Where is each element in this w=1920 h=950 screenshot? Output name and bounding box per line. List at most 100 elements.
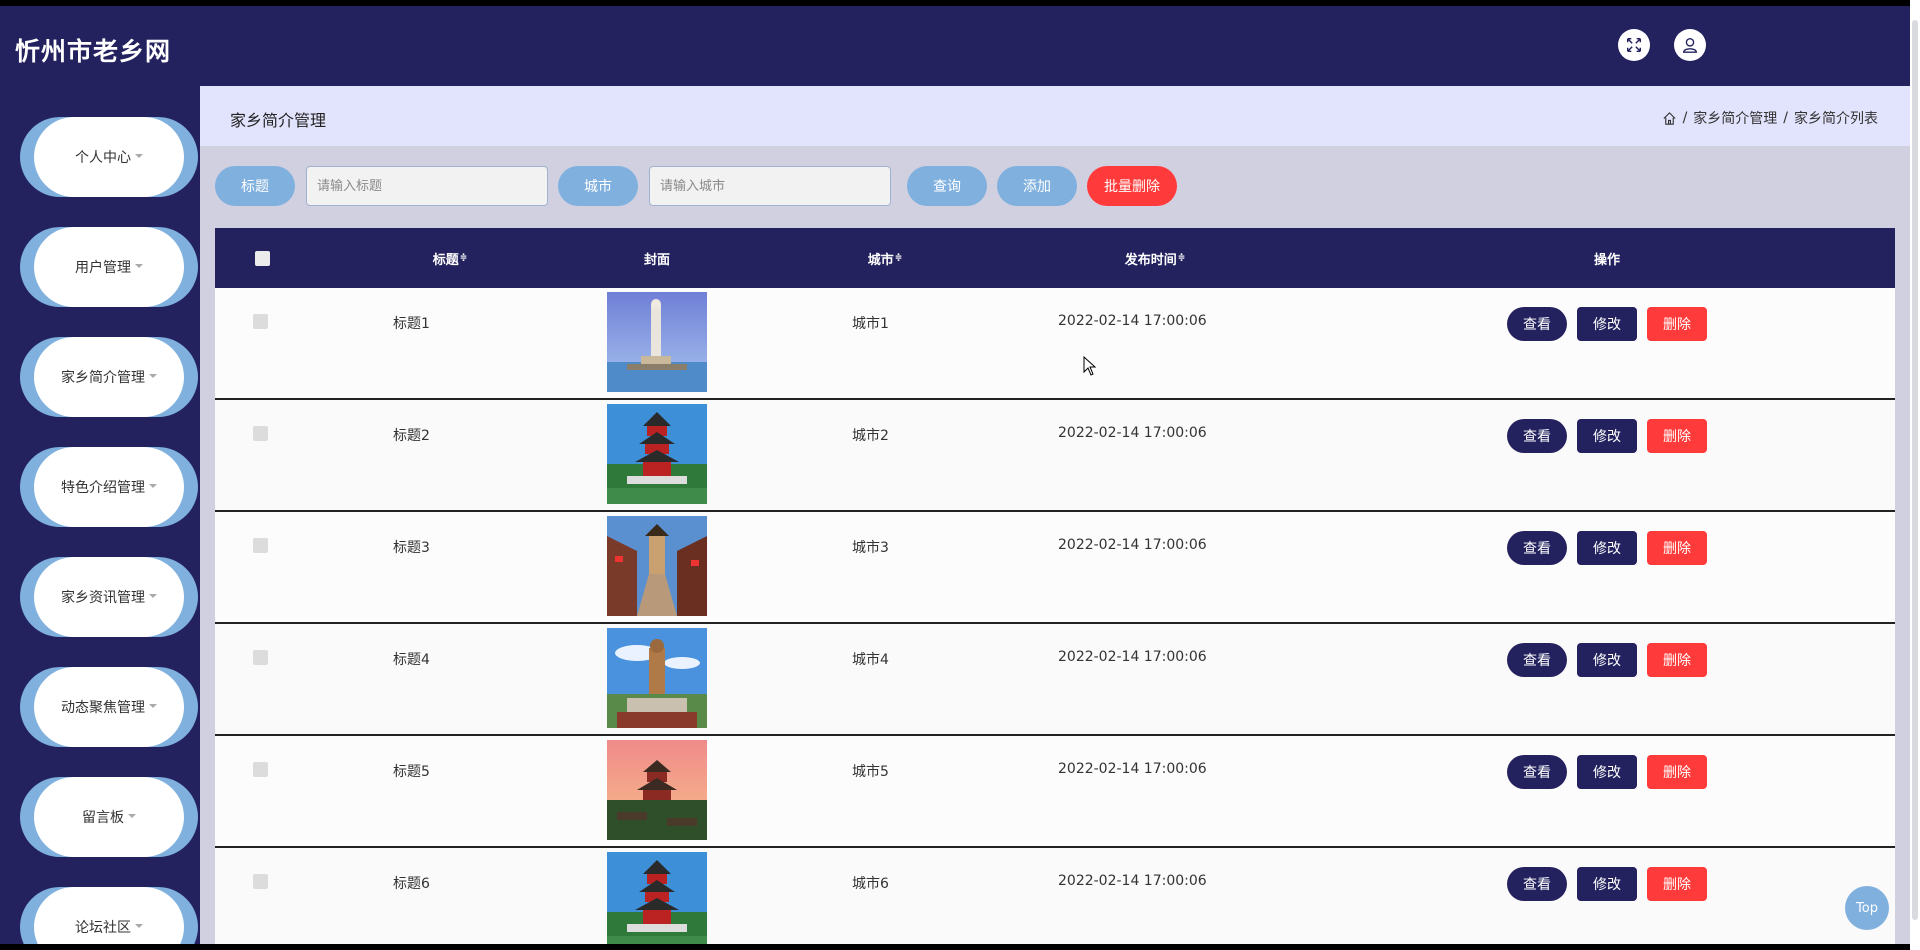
- edit-button[interactable]: 修改: [1577, 531, 1637, 565]
- row-time: 2022-02-14 17:00:06: [1058, 313, 1207, 329]
- column-header-ops: 操作: [1593, 252, 1620, 268]
- row-title: 标题2: [393, 428, 430, 444]
- table-row: 标题2 城市2 2022-02-14 17:00:06 查看 修改 删除: [215, 400, 1895, 512]
- page-title: 家乡简介管理: [230, 111, 327, 130]
- select-all-checkbox[interactable]: [255, 250, 270, 266]
- delete-button[interactable]: 删除: [1647, 531, 1707, 565]
- row-time: 2022-02-14 17:00:06: [1058, 873, 1207, 889]
- row-checkbox[interactable]: [253, 426, 268, 441]
- user-button[interactable]: [1674, 29, 1706, 61]
- scrollbar-thumb[interactable]: [1912, 20, 1918, 920]
- sidebar: 个人中心 用户管理 家乡简介管理 特色介绍管理 家乡资讯管理 动态聚焦管理 留言…: [0, 86, 200, 944]
- table-row: 标题3 城市3 2022-02-14 17:00:06 查看 修改 删除: [215, 512, 1895, 624]
- sidebar-item-news-focus[interactable]: 动态聚焦管理: [20, 667, 198, 747]
- sidebar-item-user-management[interactable]: 用户管理: [20, 227, 198, 307]
- app-screen: 忻州市老乡网 个人中心 用户管理 家乡简介管理 特色介绍管理 家乡资讯管理 动态…: [0, 6, 1910, 944]
- row-checkbox[interactable]: [253, 762, 268, 777]
- delete-button[interactable]: 删除: [1647, 419, 1707, 453]
- table-row: 标题1 城市1 2022-02-14 17:00:06 查看 修改 删除: [215, 288, 1895, 400]
- view-button[interactable]: 查看: [1507, 307, 1567, 341]
- row-city: 城市1: [852, 316, 889, 332]
- data-table: 标题 ≑ 封面 城市 ≑ 发布时间 ≑ 操作 标题1 城市1 2022-02-14 1…: [215, 228, 1895, 944]
- sidebar-item-label: 留言板: [82, 810, 124, 826]
- sidebar-item-message-board[interactable]: 留言板: [20, 777, 198, 857]
- table-row: 标题5 城市5 2022-02-14 17:00:06 查看 修改 删除: [215, 736, 1895, 848]
- row-title: 标题1: [393, 316, 430, 332]
- column-header-time[interactable]: 发布时间 ≑: [1015, 228, 1295, 288]
- row-time: 2022-02-14 17:00:06: [1058, 425, 1207, 441]
- cover-image-pagoda: [607, 852, 707, 944]
- add-button[interactable]: 添加: [997, 166, 1077, 206]
- row-title: 标题4: [393, 652, 430, 668]
- sidebar-item-label: 个人中心: [75, 150, 131, 166]
- row-title: 标题5: [393, 764, 430, 780]
- query-button[interactable]: 查询: [907, 166, 987, 206]
- sidebar-item-hometown-news[interactable]: 家乡资讯管理: [20, 557, 198, 637]
- edit-button[interactable]: 修改: [1577, 643, 1637, 677]
- caret-down-icon: [135, 924, 143, 928]
- fullscreen-icon: [1626, 37, 1642, 53]
- view-button[interactable]: 查看: [1507, 867, 1567, 901]
- window-scrollbar[interactable]: [1910, 0, 1920, 950]
- caret-down-icon: [149, 594, 157, 598]
- row-checkbox[interactable]: [253, 874, 268, 889]
- row-checkbox[interactable]: [253, 314, 268, 329]
- row-title: 标题3: [393, 540, 430, 556]
- sidebar-item-label: 动态聚焦管理: [61, 700, 145, 716]
- row-time: 2022-02-14 17:00:06: [1058, 537, 1207, 553]
- caret-down-icon: [149, 374, 157, 378]
- batch-delete-button[interactable]: 批量删除: [1087, 166, 1177, 206]
- view-button[interactable]: 查看: [1507, 643, 1567, 677]
- table-header: 标题 ≑ 封面 城市 ≑ 发布时间 ≑ 操作: [215, 228, 1895, 288]
- breadcrumb-separator: /: [1682, 110, 1688, 126]
- view-button[interactable]: 查看: [1507, 755, 1567, 789]
- breadcrumb-item[interactable]: 家乡简介管理: [1693, 108, 1777, 128]
- sidebar-item-label: 家乡资讯管理: [61, 590, 145, 606]
- mouse-cursor-icon: [1083, 356, 1097, 376]
- column-header-cover: 封面: [643, 252, 670, 268]
- sidebar-item-forum[interactable]: 论坛社区: [20, 887, 198, 944]
- sidebar-item-hometown-intro[interactable]: 家乡简介管理: [20, 337, 198, 417]
- column-header-city[interactable]: 城市 ≑: [825, 228, 945, 288]
- row-city: 城市6: [852, 876, 889, 892]
- title-label: 标题: [215, 166, 295, 206]
- select-all-cell: [235, 228, 290, 288]
- row-time: 2022-02-14 17:00:06: [1058, 649, 1207, 665]
- sort-icon: ≑: [459, 253, 468, 263]
- search-bar: 标题 城市 查询 添加 批量删除: [215, 166, 1905, 206]
- home-icon[interactable]: [1662, 111, 1677, 126]
- view-button[interactable]: 查看: [1507, 531, 1567, 565]
- delete-button[interactable]: 删除: [1647, 755, 1707, 789]
- sidebar-item-label: 用户管理: [75, 260, 131, 276]
- edit-button[interactable]: 修改: [1577, 867, 1637, 901]
- fullscreen-button[interactable]: [1618, 29, 1650, 61]
- edit-button[interactable]: 修改: [1577, 755, 1637, 789]
- row-checkbox[interactable]: [253, 538, 268, 553]
- sidebar-item-label: 论坛社区: [75, 920, 131, 936]
- caret-down-icon: [135, 264, 143, 268]
- cover-image-street-tower: [607, 516, 707, 616]
- sort-icon: ≑: [894, 253, 903, 263]
- delete-button[interactable]: 删除: [1647, 307, 1707, 341]
- row-checkbox[interactable]: [253, 650, 268, 665]
- city-search-input[interactable]: [649, 166, 891, 206]
- row-city: 城市4: [852, 652, 889, 668]
- site-title: 忻州市老乡网: [15, 37, 172, 66]
- edit-button[interactable]: 修改: [1577, 307, 1637, 341]
- sidebar-item-personal-center[interactable]: 个人中心: [20, 117, 198, 197]
- delete-button[interactable]: 删除: [1647, 867, 1707, 901]
- top-header: 忻州市老乡网: [0, 6, 1910, 86]
- caret-down-icon: [149, 704, 157, 708]
- row-city: 城市5: [852, 764, 889, 780]
- sidebar-item-label: 特色介绍管理: [61, 480, 145, 496]
- table-row: 标题4 城市4 2022-02-14 17:00:06 查看 修改 删除: [215, 624, 1895, 736]
- delete-button[interactable]: 删除: [1647, 643, 1707, 677]
- edit-button[interactable]: 修改: [1577, 419, 1637, 453]
- column-header-title[interactable]: 标题 ≑: [365, 228, 535, 288]
- caret-down-icon: [135, 154, 143, 158]
- table-row: 标题6 城市6 2022-02-14 17:00:06 查看 修改 删除: [215, 848, 1895, 944]
- back-to-top-button[interactable]: Top: [1845, 886, 1889, 930]
- view-button[interactable]: 查看: [1507, 419, 1567, 453]
- title-search-input[interactable]: [306, 166, 548, 206]
- sidebar-item-feature-intro[interactable]: 特色介绍管理: [20, 447, 198, 527]
